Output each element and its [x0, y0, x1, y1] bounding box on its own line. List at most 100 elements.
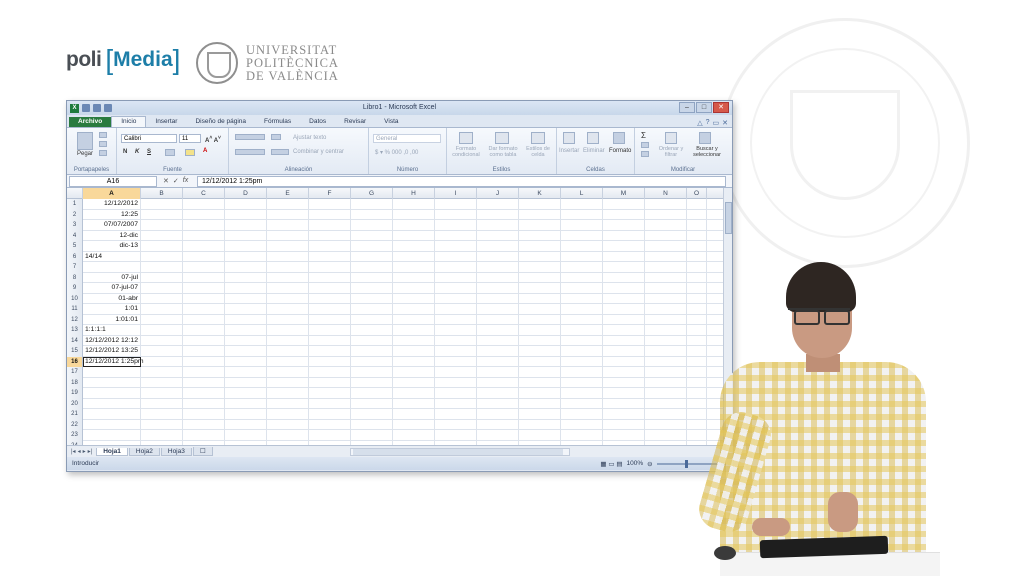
cell[interactable]	[183, 293, 225, 304]
cell[interactable]	[561, 419, 603, 430]
cell[interactable]	[477, 293, 519, 304]
cell[interactable]	[225, 356, 267, 367]
cell[interactable]	[183, 356, 225, 367]
cell-a2[interactable]: 12:25	[83, 209, 141, 220]
cell[interactable]	[645, 356, 687, 367]
format-painter-icon[interactable]	[99, 150, 107, 156]
cell[interactable]	[393, 377, 435, 388]
cell[interactable]	[561, 262, 603, 272]
cell[interactable]	[225, 304, 267, 314]
cell[interactable]	[477, 251, 519, 262]
cell[interactable]	[267, 335, 309, 346]
cell[interactable]	[309, 367, 351, 377]
paste-icon[interactable]	[77, 132, 93, 150]
maximize-button[interactable]: □	[696, 102, 712, 113]
cell[interactable]	[309, 430, 351, 440]
cell[interactable]	[393, 293, 435, 304]
cell[interactable]	[561, 314, 603, 325]
cell[interactable]	[225, 335, 267, 346]
cell[interactable]	[267, 230, 309, 241]
cell[interactable]	[267, 377, 309, 388]
cell[interactable]	[435, 230, 477, 241]
cell[interactable]	[183, 251, 225, 262]
cell[interactable]	[141, 346, 183, 356]
cell[interactable]	[519, 314, 561, 325]
column-header-l[interactable]: L	[561, 188, 603, 199]
cell[interactable]	[393, 199, 435, 209]
insert-cells-button[interactable]: Insertar	[559, 148, 579, 154]
cell[interactable]	[645, 241, 687, 251]
cell-a21[interactable]	[83, 409, 141, 419]
cell[interactable]	[351, 241, 393, 251]
cell[interactable]	[351, 272, 393, 283]
row-header[interactable]: 12	[67, 314, 83, 325]
cell[interactable]	[435, 409, 477, 419]
cell[interactable]	[309, 335, 351, 346]
column-header-m[interactable]: M	[603, 188, 645, 199]
cell[interactable]	[225, 241, 267, 251]
cell[interactable]	[435, 335, 477, 346]
cell[interactable]	[183, 346, 225, 356]
cell[interactable]	[309, 356, 351, 367]
number-format-select[interactable]: General	[373, 134, 441, 143]
format-as-table-button[interactable]: Dar formato como tabla	[485, 146, 521, 158]
cell-a15[interactable]: 12/12/2012 13:25	[83, 346, 141, 356]
cell[interactable]	[603, 304, 645, 314]
column-header-g[interactable]: G	[351, 188, 393, 199]
cell[interactable]	[141, 272, 183, 283]
column-header-k[interactable]: K	[519, 188, 561, 199]
cell[interactable]	[645, 367, 687, 377]
view-buttons[interactable]: ▦ ▭ ▤	[600, 460, 622, 468]
cell[interactable]	[351, 430, 393, 440]
cell[interactable]	[267, 209, 309, 220]
column-header-f[interactable]: F	[309, 188, 351, 199]
cell[interactable]	[477, 367, 519, 377]
cell[interactable]	[183, 314, 225, 325]
cell[interactable]	[267, 283, 309, 293]
cell[interactable]	[435, 419, 477, 430]
cell-a7[interactable]	[83, 262, 141, 272]
borders-icon[interactable]	[165, 149, 175, 156]
column-header-j[interactable]: J	[477, 188, 519, 199]
cell[interactable]	[435, 251, 477, 262]
italic-button[interactable]: K	[135, 149, 139, 155]
wrap-text-button[interactable]: Ajustar texto	[293, 135, 326, 141]
cell[interactable]	[351, 283, 393, 293]
cell[interactable]	[393, 230, 435, 241]
tab-archivo[interactable]: Archivo	[69, 117, 112, 127]
cell[interactable]	[435, 388, 477, 398]
cell[interactable]	[435, 398, 477, 409]
cell[interactable]	[309, 262, 351, 272]
sort-filter-icon[interactable]	[665, 132, 677, 144]
zoom-level[interactable]: 100%	[626, 460, 643, 467]
cell[interactable]	[435, 356, 477, 367]
cell[interactable]	[393, 419, 435, 430]
cell[interactable]	[183, 304, 225, 314]
cell[interactable]	[309, 199, 351, 209]
cell[interactable]	[183, 272, 225, 283]
row-header[interactable]: 7	[67, 262, 83, 273]
close-button[interactable]: ✕	[713, 102, 729, 113]
cell[interactable]	[603, 251, 645, 262]
cell-a8[interactable]: 07-jul	[83, 272, 141, 283]
cell-styles-icon[interactable]	[531, 132, 545, 144]
cell[interactable]	[477, 304, 519, 314]
cell[interactable]	[225, 440, 267, 445]
cell[interactable]	[603, 356, 645, 367]
cell[interactable]	[267, 251, 309, 262]
cell[interactable]	[561, 325, 603, 335]
cell-a16[interactable]: 12/12/2012 1:25pm	[83, 356, 144, 367]
tab-revisar[interactable]: Revisar	[335, 117, 375, 127]
cell[interactable]	[561, 367, 603, 377]
cell[interactable]	[603, 272, 645, 283]
cell[interactable]	[477, 388, 519, 398]
help-icon[interactable]: ?	[706, 119, 710, 127]
column-header-a[interactable]: A	[83, 188, 141, 199]
cell[interactable]	[183, 262, 225, 272]
cell[interactable]	[561, 283, 603, 293]
cell[interactable]	[561, 199, 603, 209]
font-color-icon[interactable]: A	[203, 148, 207, 154]
cell[interactable]	[351, 262, 393, 272]
cell[interactable]	[393, 251, 435, 262]
cell[interactable]	[435, 377, 477, 388]
